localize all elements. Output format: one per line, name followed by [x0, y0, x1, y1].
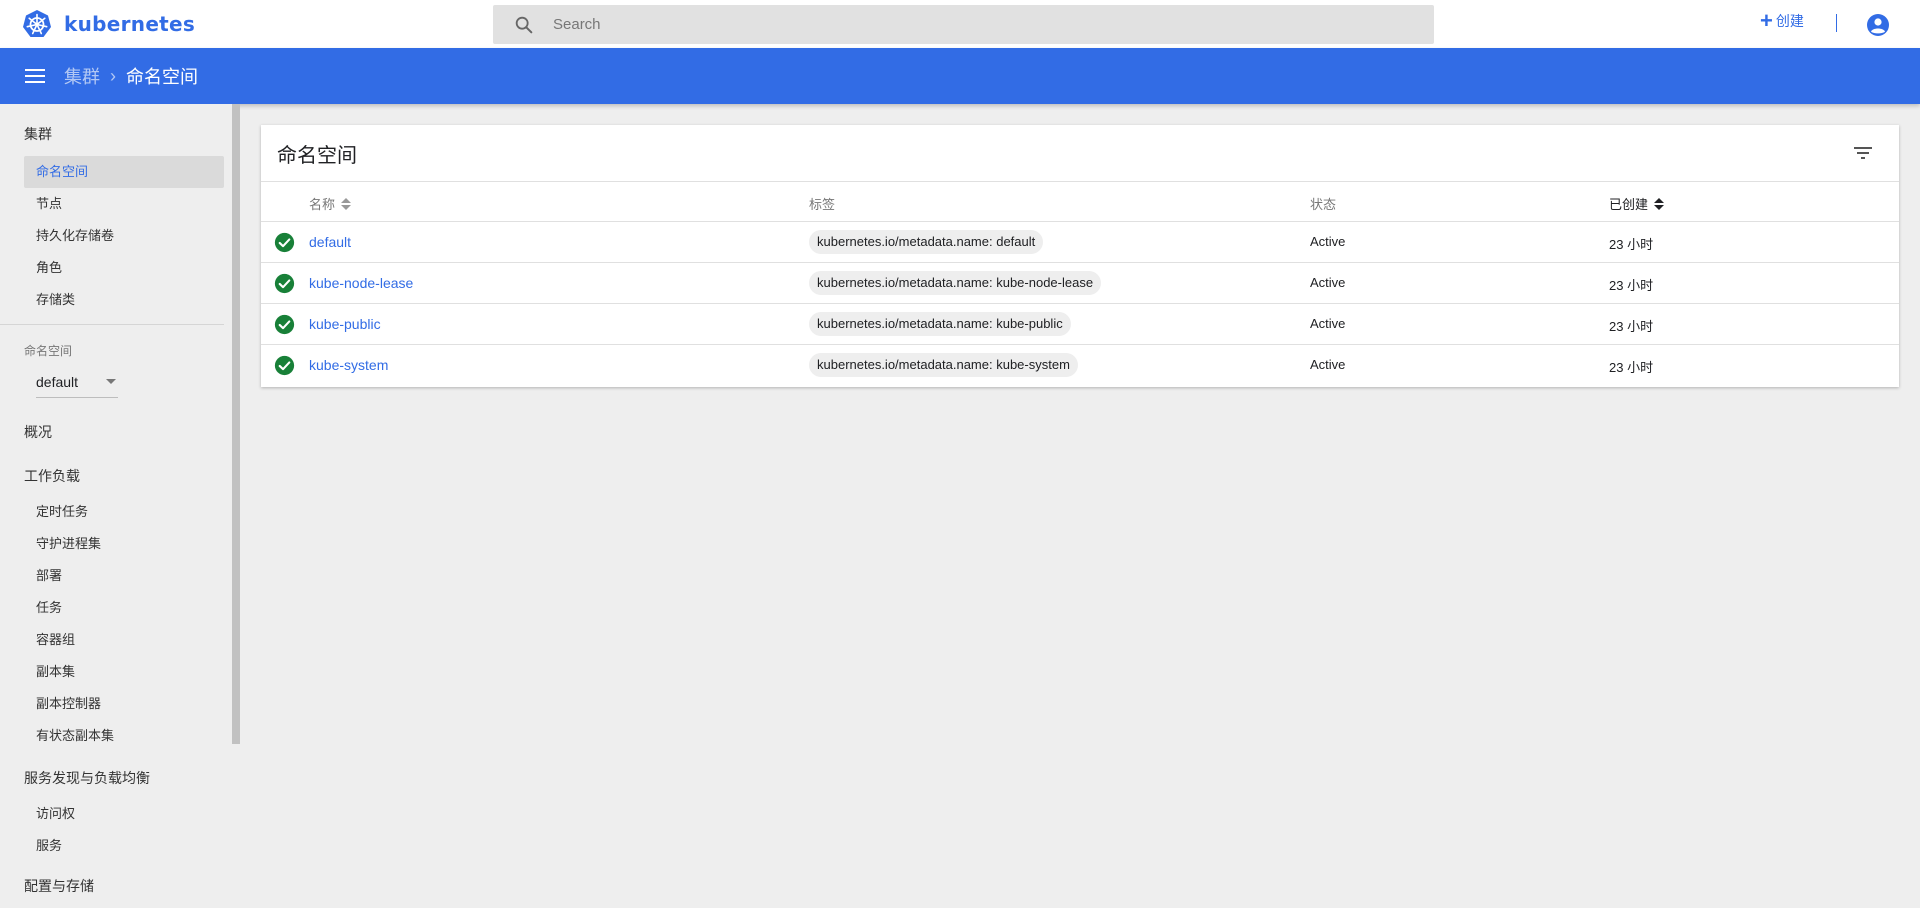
column-header-name-label: 名称 [309, 197, 336, 212]
logo-text: kubernetes [64, 12, 196, 36]
column-header-name[interactable]: 名称 [309, 194, 352, 213]
column-header-status: 状态 [1310, 194, 1336, 213]
created-age: 23 小时 [1609, 278, 1654, 293]
column-header-created-label: 已创建 [1609, 197, 1649, 212]
created-age: 23 小时 [1609, 237, 1654, 252]
column-header-labels-label: 标签 [809, 197, 836, 212]
namespace-name-link[interactable]: default [309, 234, 351, 250]
label-chip: kubernetes.io/metadata.name: kube-public [809, 312, 1071, 336]
column-header-created[interactable]: 已创建 [1609, 194, 1665, 213]
sidebar-item-statefulsets[interactable]: 有状态副本集 [24, 720, 224, 752]
check-circle-icon [274, 314, 295, 335]
created-age: 23 小时 [1609, 319, 1654, 334]
status-text: Active [1310, 357, 1346, 372]
column-header-labels: 标签 [809, 194, 835, 213]
kubernetes-wheel-icon [23, 10, 51, 37]
header-divider [1836, 14, 1837, 32]
namespace-name-link[interactable]: kube-node-lease [309, 275, 413, 291]
sidebar-section-cluster[interactable]: 集群 [24, 124, 52, 144]
namespaces-card: 命名空间 名称 标签 状态 已创建 default kubernetes.io/… [261, 125, 1899, 387]
label-chip: kubernetes.io/metadata.name: kube-system [809, 353, 1078, 377]
sort-icon[interactable] [1654, 197, 1665, 211]
sidebar-item-services[interactable]: 服务 [24, 830, 224, 862]
breadcrumb-current: 命名空间 [126, 67, 198, 87]
sidebar-item-deployments[interactable]: 部署 [24, 560, 224, 592]
sidebar-divider [0, 324, 224, 325]
label-chip: kubernetes.io/metadata.name: default [809, 230, 1044, 254]
breadcrumb-cluster[interactable]: 集群 [64, 63, 100, 89]
namespace-selected-value: default [36, 373, 79, 390]
sidebar-section-config-storage[interactable]: 配置与存储 [24, 876, 94, 896]
sidebar-section-discovery[interactable]: 服务发现与负载均衡 [24, 768, 150, 788]
status-text: Active [1310, 275, 1346, 290]
sidebar-scrollbar[interactable] [232, 104, 240, 744]
namespace-name-link[interactable]: kube-public [309, 316, 381, 332]
namespace-selector[interactable]: default [36, 366, 118, 398]
sidebar-item-storage-classes[interactable]: 存储类 [24, 284, 224, 316]
namespace-selector-label: 命名空间 [24, 344, 73, 358]
hamburger-menu-icon[interactable] [24, 65, 46, 87]
table-row: default kubernetes.io/metadata.name: def… [261, 222, 1899, 263]
sidebar-item-persistent-volumes[interactable]: 持久化存储卷 [24, 220, 224, 252]
sort-icon[interactable] [341, 197, 352, 211]
sidebar-section-workloads[interactable]: 工作负载 [24, 466, 80, 486]
chevron-right-icon: › [110, 65, 116, 86]
create-button[interactable]: + 创建 [1760, 10, 1804, 32]
account-circle-icon[interactable] [1866, 13, 1890, 37]
plus-icon: + [1760, 8, 1773, 33]
namespace-name-link[interactable]: kube-system [309, 357, 388, 373]
kubernetes-logo[interactable]: kubernetes [22, 9, 195, 39]
sidebar-item-nodes[interactable]: 节点 [24, 188, 224, 220]
sidebar-item-namespaces[interactable]: 命名空间 [24, 156, 224, 188]
search-bar[interactable] [493, 5, 1434, 44]
status-text: Active [1310, 316, 1346, 331]
table-row: kube-node-lease kubernetes.io/metadata.n… [261, 263, 1899, 304]
top-header: kubernetes + 创建 [0, 0, 1920, 48]
chevron-down-icon [106, 379, 116, 384]
search-input[interactable] [553, 16, 1253, 33]
sidebar-item-overview[interactable]: 概况 [24, 422, 52, 442]
created-age: 23 小时 [1609, 360, 1654, 375]
table-row: kube-public kubernetes.io/metadata.name:… [261, 304, 1899, 345]
sidebar-item-ingresses[interactable]: 访问权 [24, 798, 224, 830]
table-header: 名称 标签 状态 已创建 [261, 181, 1899, 222]
sidebar-item-daemonsets[interactable]: 守护进程集 [24, 528, 224, 560]
status-text: Active [1310, 234, 1346, 249]
column-header-status-label: 状态 [1310, 197, 1337, 212]
check-circle-icon [274, 232, 295, 253]
sidebar-item-cronjobs[interactable]: 定时任务 [24, 496, 224, 528]
create-button-label: 创建 [1775, 13, 1804, 29]
filter-icon[interactable] [1851, 141, 1875, 165]
check-circle-icon [274, 273, 295, 294]
breadcrumb-toolbar: 集群 › 命名空间 [0, 48, 1920, 104]
sidebar-item-pods[interactable]: 容器组 [24, 624, 224, 656]
sidebar-item-replicasets[interactable]: 副本集 [24, 656, 224, 688]
search-icon [515, 16, 533, 33]
table-row: kube-system kubernetes.io/metadata.name:… [261, 345, 1899, 386]
sidebar-item-jobs[interactable]: 任务 [24, 592, 224, 624]
sidebar-item-roles[interactable]: 角色 [24, 252, 224, 284]
sidebar-item-replication-controllers[interactable]: 副本控制器 [24, 688, 224, 720]
label-chip: kubernetes.io/metadata.name: kube-node-l… [809, 271, 1102, 295]
check-circle-icon [274, 355, 295, 376]
card-title: 命名空间 [277, 145, 357, 167]
sidebar-nav: 集群 命名空间 节点 持久化存储卷 角色 存储类 命名空间 default 概况… [0, 104, 240, 908]
